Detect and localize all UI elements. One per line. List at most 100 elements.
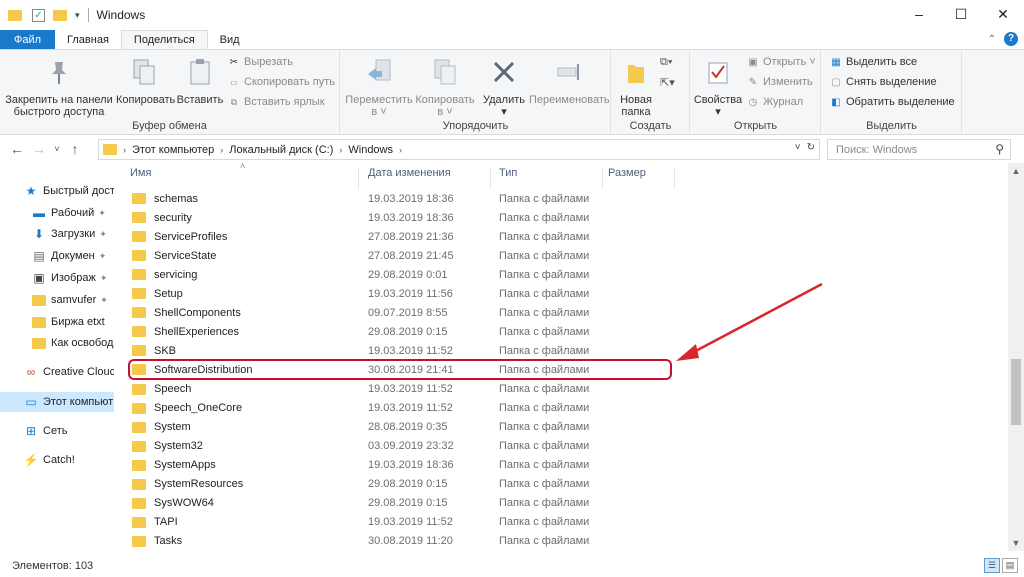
scroll-down-icon[interactable]: ▼ (1008, 535, 1024, 551)
breadcrumb-windows[interactable]: Windows (348, 144, 393, 156)
copy-to-button[interactable]: Копировать в ˅ (413, 54, 477, 118)
new-folder-label: Новая папка (620, 94, 652, 118)
column-header-type[interactable]: Тип (499, 167, 517, 189)
file-row[interactable]: Setup 19.03.2019 11:56 Папка с файлами (126, 284, 666, 303)
file-row[interactable]: System 28.08.2019 0:35 Папка с файлами (126, 418, 666, 437)
file-row[interactable]: Speech_OneCore 19.03.2019 11:52 Папка с фа… (126, 399, 666, 418)
tab-home[interactable]: Главная (55, 30, 121, 49)
search-input[interactable]: Поиск: Windows ⚲ (827, 139, 1011, 160)
file-row[interactable]: ServiceProfiles 27.08.2019 21:36 Папка с ф… (126, 227, 666, 246)
edit-button[interactable]: ✎ Изменить (747, 76, 813, 88)
tab-share[interactable]: Поделиться (120, 30, 208, 49)
column-header-date[interactable]: Дата изменения (368, 167, 451, 189)
file-row[interactable]: SysWOW64 29.08.2019 0:15 Папка с файлами (126, 494, 666, 513)
history-icon: ◷ (748, 96, 758, 108)
nav-item[interactable]: ★ Быстрый дост (0, 181, 114, 201)
folder-icon (132, 326, 146, 338)
properties-check-icon[interactable]: ✓ (32, 8, 45, 22)
nav-item[interactable]: ▤ Докумен ✦ (0, 246, 114, 266)
details-view-icon[interactable]: ☰ (984, 558, 1000, 573)
scroll-up-icon[interactable]: ▲ (1008, 163, 1024, 179)
nav-item[interactable]: ▣ Изображ ✦ (0, 268, 114, 288)
move-to-icon (365, 54, 393, 90)
open-group: Свойства ▾ ▣ Открыть ˅ ✎ Изменить ◷ Журн… (691, 50, 821, 135)
search-icon[interactable]: ⚲ (995, 142, 1004, 156)
nav-item[interactable]: ∞ Creative Clouc (0, 362, 114, 382)
file-row[interactable]: servicing 29.08.2019 0:01 Папка с файлами (126, 265, 666, 284)
move-to-button[interactable]: Переместить в ˅ (345, 54, 413, 118)
column-divider[interactable] (358, 167, 359, 189)
paste-shortcut-button[interactable]: ⧉ Вставить ярлык (228, 96, 325, 108)
address-bar[interactable]: › Этот компьютер › Локальный диск (C:) ›… (98, 139, 820, 160)
customize-toolbar-icon[interactable]: ▾ (75, 10, 80, 21)
select-none-button[interactable]: ▢ Снять выделение (830, 76, 936, 88)
paste-button[interactable]: Вставить (176, 54, 224, 106)
delete-button[interactable]: Удалить ▾ (481, 54, 527, 118)
tab-view[interactable]: Вид (208, 30, 252, 49)
rename-button[interactable]: Переименовать (529, 54, 610, 106)
open-button[interactable]: ▣ Открыть ˅ (747, 56, 815, 68)
file-row[interactable]: schemas 19.03.2019 18:36 Папка с файлами (126, 189, 666, 208)
file-row[interactable]: SystemResources 29.08.2019 0:15 Папка с фа… (126, 475, 666, 494)
copy-button[interactable]: Копировать (116, 54, 175, 106)
file-row[interactable]: SystemApps 19.03.2019 18:36 Папка с файлам… (126, 456, 666, 475)
column-divider[interactable] (674, 167, 675, 189)
file-name: Setup (154, 287, 183, 300)
folder-icon (132, 269, 146, 281)
nav-item[interactable]: ▬ Рабочий ✦ (0, 203, 114, 223)
scrollbar-thumb[interactable] (1011, 359, 1021, 425)
nav-item[interactable]: ⊞ Сеть (0, 421, 114, 441)
paste-shortcut-label: Вставить ярлык (244, 96, 325, 108)
column-header-size[interactable]: Размер (608, 167, 646, 189)
copy-path-button[interactable]: ▭ Скопировать путь (228, 76, 335, 88)
new-folder-button[interactable]: Новая папка (616, 54, 656, 118)
nav-item[interactable]: Как освобод (0, 333, 114, 353)
nav-item-label: Быстрый дост (43, 185, 114, 197)
file-row[interactable]: SKB 19.03.2019 11:52 Папка с файлами (126, 341, 666, 360)
pin-quick-access-button[interactable]: Закрепить на панели быстрого доступа (4, 54, 114, 118)
file-row[interactable]: ShellExperiences 29.08.2019 0:15 Папка с ф… (126, 322, 666, 341)
address-history-icon[interactable]: ˅ (795, 142, 801, 153)
nav-item[interactable]: samvufer ✦ (0, 290, 114, 310)
help-icon[interactable]: ? (1004, 32, 1018, 46)
up-arrow-icon[interactable]: ↑ (64, 141, 86, 157)
large-icons-view-icon[interactable]: ▤ (1002, 558, 1018, 573)
close-button[interactable]: ✕ (982, 0, 1024, 28)
forward-arrow-icon[interactable]: → (28, 141, 50, 157)
properties-button[interactable]: Свойства ▾ (693, 54, 743, 118)
column-divider[interactable] (490, 167, 491, 189)
select-all-button[interactable]: ▦ Выделить все (830, 56, 917, 68)
file-row[interactable]: ServiceState 27.08.2019 21:45 Папка с файл… (126, 246, 666, 265)
file-row[interactable]: security 19.03.2019 18:36 Папка с файлами (126, 208, 666, 227)
history-button[interactable]: ◷ Журнал (747, 96, 804, 108)
file-row[interactable]: Tasks 30.08.2019 11:20 Папка с файлами (126, 532, 666, 551)
back-arrow-icon[interactable]: ← (6, 141, 28, 157)
nav-item[interactable]: Биржа etxt (0, 312, 114, 332)
recent-locations-icon[interactable]: ˅ (50, 144, 64, 154)
nav-item[interactable]: ⬇ Загрузки ✦ (0, 224, 114, 244)
refresh-icon[interactable]: ↻ (807, 142, 815, 153)
minimize-button[interactable]: – (898, 0, 940, 28)
new-folder-icon[interactable] (53, 9, 67, 21)
new-item-icon[interactable]: ⧉▾ (660, 56, 672, 69)
file-row[interactable]: Speech 19.03.2019 11:52 Папка с файлами (126, 380, 666, 399)
nav-item[interactable]: ⚡ Catch! (0, 450, 114, 470)
folder-icon (132, 497, 146, 509)
invert-selection-button[interactable]: ◧ Обратить выделение (830, 96, 954, 108)
cut-button[interactable]: ✂ Вырезать (228, 56, 293, 68)
column-divider[interactable] (602, 167, 603, 189)
folder-icon (32, 316, 46, 328)
breadcrumb-this-pc[interactable]: Этот компьютер (132, 144, 214, 156)
breadcrumb-local-disk[interactable]: Локальный диск (C:) (229, 144, 333, 156)
file-row[interactable]: ShellComponents 09.07.2019 8:55 Папка с фа… (126, 303, 666, 322)
file-row[interactable]: SoftwareDistribution 30.08.2019 21:41 Папк… (126, 360, 666, 379)
column-header-name[interactable]: Имя (130, 167, 151, 189)
vertical-scrollbar[interactable]: ▲ ▼ (1008, 163, 1024, 551)
file-row[interactable]: TAPI 19.03.2019 11:52 Папка с файлами (126, 513, 666, 532)
tab-file[interactable]: Файл (0, 30, 56, 49)
collapse-ribbon-icon[interactable]: ⌃ (988, 34, 996, 45)
nav-item[interactable]: ▭ Этот компьют (0, 392, 114, 412)
maximize-button[interactable]: ☐ (940, 0, 982, 28)
easy-access-icon[interactable]: ⇱▾ (660, 76, 675, 89)
file-row[interactable]: System32 03.09.2019 23:32 Папка с файлами (126, 437, 666, 456)
